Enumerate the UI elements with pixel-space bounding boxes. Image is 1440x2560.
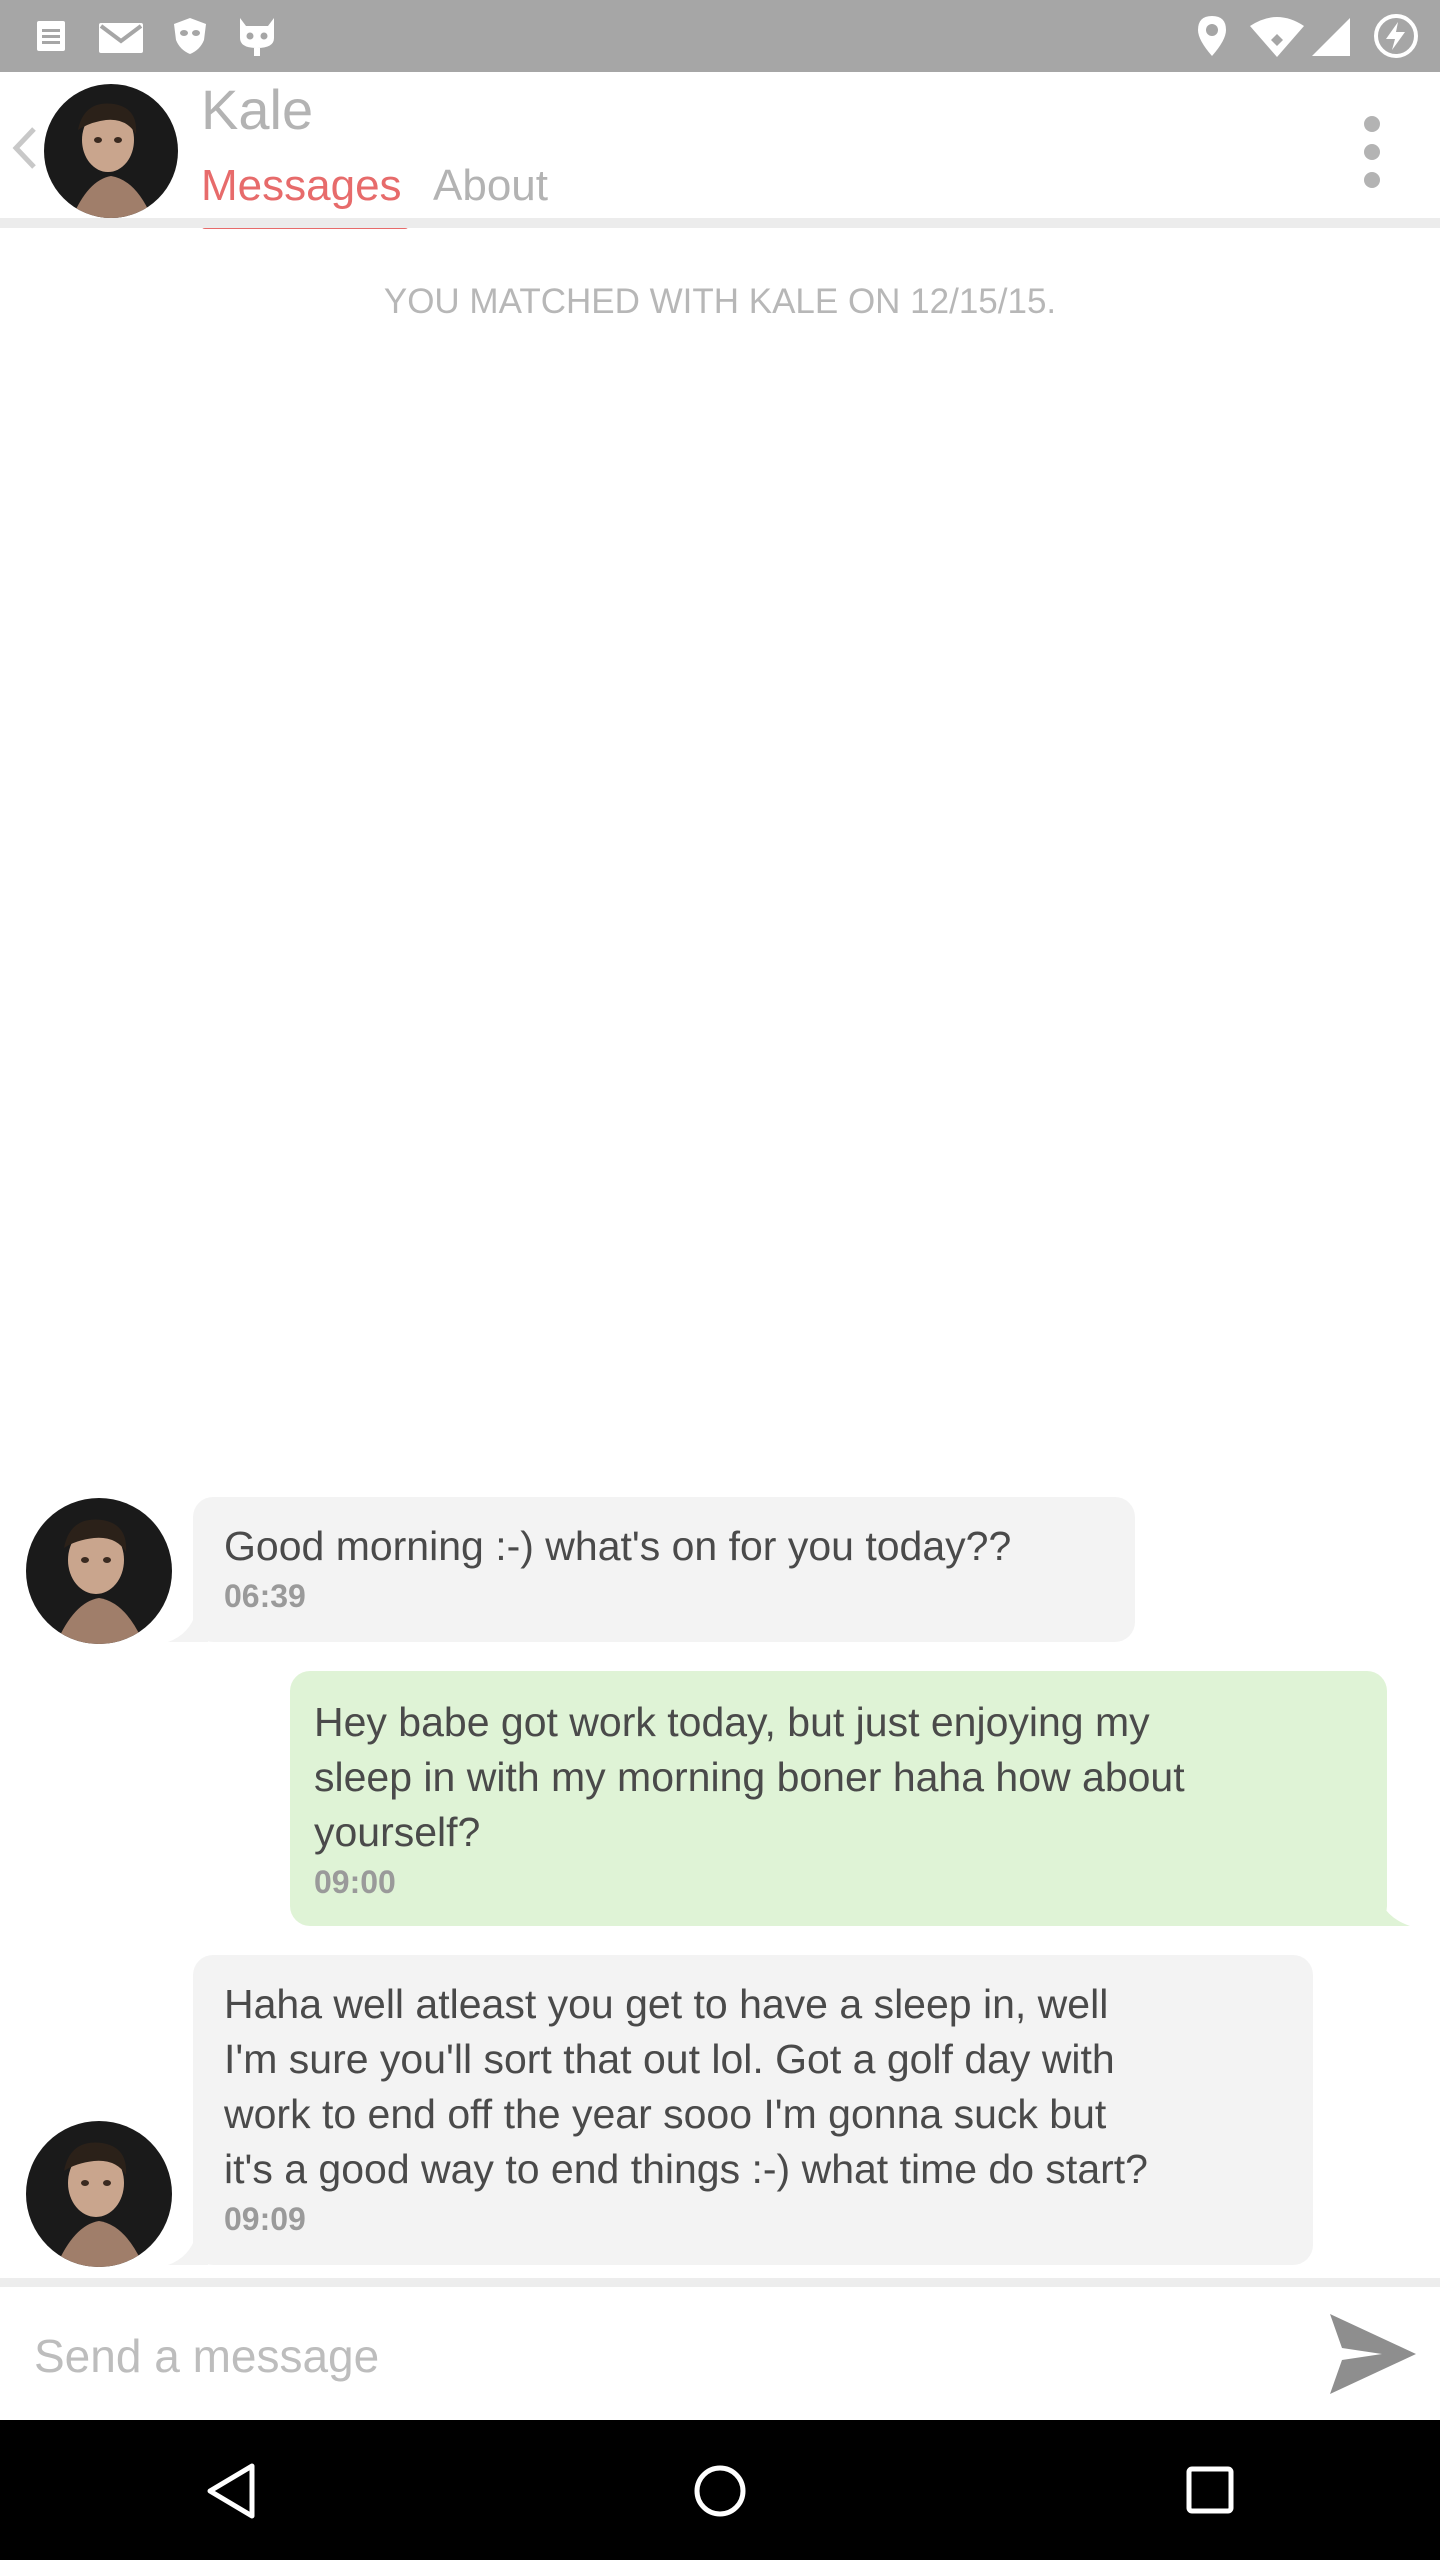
message-bubble-outgoing[interactable]: Hey babe got work today, but just enjoyi…	[290, 1671, 1387, 1926]
android-bot-icon	[240, 18, 274, 56]
notes-icon	[37, 21, 65, 51]
mail-icon	[99, 23, 143, 53]
home-nav-icon[interactable]	[693, 2464, 747, 2518]
location-pin-icon	[1198, 16, 1226, 56]
send-icon[interactable]	[1326, 2310, 1418, 2398]
message-text-line: it's a good way to end things :-) what t…	[224, 2146, 1148, 2192]
header-divider	[0, 218, 1440, 228]
avatar[interactable]	[44, 84, 178, 218]
message-bubble-incoming[interactable]: Good morning :-) what's on for you today…	[193, 1497, 1135, 1642]
message-bubble-incoming[interactable]: Haha well atleast you get to have a slee…	[193, 1955, 1313, 2265]
navigation-bar	[0, 2420, 1440, 2560]
message-text-line: Hey babe got work today, but just enjoyi…	[314, 1699, 1150, 1745]
back-chevron-icon[interactable]	[10, 126, 38, 170]
sender-avatar[interactable]	[26, 2121, 172, 2267]
match-note: YOU MATCHED WITH KALE ON 12/15/15.	[383, 282, 1057, 321]
back-nav-icon[interactable]	[204, 2462, 256, 2520]
contact-name: Kale	[201, 78, 314, 141]
tab-messages[interactable]: Messages	[201, 164, 402, 208]
message-text-line: work to end off the year sooo I'm gonna …	[224, 2091, 1107, 2137]
message-timestamp: 06:39	[224, 1578, 306, 1614]
message-text-line: sleep in with my morning boner haha how …	[314, 1754, 1185, 1800]
message-timestamp: 09:00	[314, 1864, 396, 1900]
cell-signal-icon	[1312, 18, 1350, 56]
recents-nav-icon[interactable]	[1186, 2466, 1234, 2514]
message-text-line: I'm sure you'll sort that out lol. Got a…	[224, 2036, 1115, 2082]
wifi-icon	[1250, 17, 1304, 57]
message-input[interactable]	[34, 2326, 1274, 2386]
tab-about[interactable]: About	[433, 164, 548, 208]
overflow-menu-icon[interactable]	[1350, 112, 1394, 202]
status-bar	[0, 0, 1440, 72]
message-text-line: Haha well atleast you get to have a slee…	[224, 1981, 1109, 2027]
message-text: Good morning :-) what's on for you today…	[224, 1523, 1012, 1569]
sender-avatar[interactable]	[26, 1498, 172, 1644]
composer-divider	[0, 2278, 1440, 2287]
vpn-mask-icon	[174, 18, 206, 54]
message-timestamp: 09:09	[224, 2201, 306, 2237]
battery-charging-icon	[1374, 14, 1418, 58]
chat-header: Kale Messages About	[0, 72, 1440, 229]
message-text-line: yourself?	[314, 1809, 481, 1855]
